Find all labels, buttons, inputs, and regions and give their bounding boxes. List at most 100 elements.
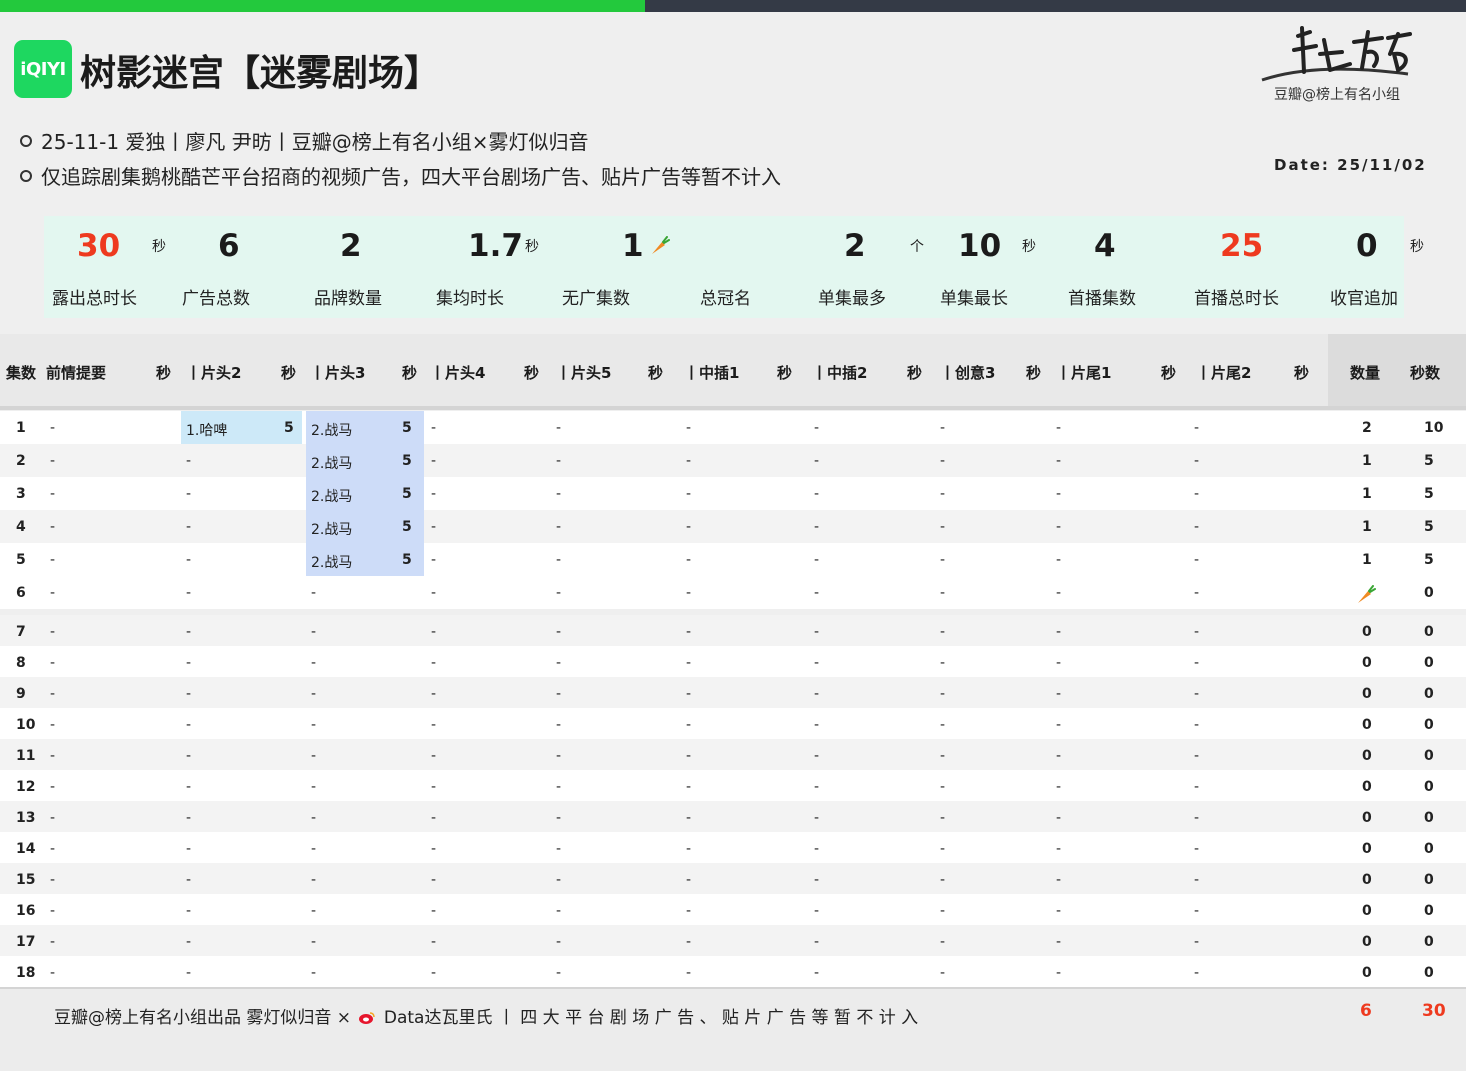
- empty-slot: -: [556, 872, 562, 888]
- intro3-ad: 2.战马: [311, 423, 353, 439]
- empty-slot: -: [940, 519, 946, 535]
- empty-slot: -: [556, 965, 562, 981]
- table-row: 10- - - - - - - - - -0 0: [0, 708, 1466, 741]
- ad-seconds: 0: [1424, 748, 1434, 764]
- ad-count: 0: [1362, 717, 1372, 733]
- intro3-ad: -: [311, 686, 317, 702]
- footer-credit: 豆瓣@榜上有名小组出品 雾灯似归音 × Data达瓦里氏 丨 四 大 平 台 剧…: [54, 1008, 919, 1028]
- empty-slot: -: [940, 748, 946, 764]
- empty-slot: -: [686, 965, 692, 981]
- empty-slot: -: [556, 585, 562, 601]
- empty-slot: -: [50, 655, 56, 671]
- stat-value: 25: [1220, 228, 1264, 264]
- empty-slot: -: [940, 717, 946, 733]
- episode-number: 1: [16, 420, 26, 436]
- empty-slot: -: [1194, 903, 1200, 919]
- empty-slot: -: [1194, 872, 1200, 888]
- header-mid2: 丨中插2: [812, 364, 868, 382]
- table-row: 2 - - - - - - - - 2.战马 5 - 1 5: [0, 444, 1466, 477]
- empty-slot: -: [686, 903, 692, 919]
- intro2-ad: -: [186, 655, 192, 671]
- empty-slot: -: [686, 585, 692, 601]
- empty-slot: -: [431, 748, 437, 764]
- table-row: 14- - - - - - - - - -0 0: [0, 832, 1466, 865]
- intro3-ad: -: [311, 841, 317, 857]
- info-line-2: 仅追踪剧集鹅桃酷芒平台招商的视频广告，四大平台剧场广告、贴片广告等暂不计入: [20, 161, 781, 190]
- empty-slot: -: [50, 934, 56, 950]
- stat-label: 单集最多: [818, 289, 886, 309]
- ad-seconds: 5: [1424, 453, 1434, 469]
- empty-slot: -: [431, 585, 437, 601]
- empty-slot: -: [940, 453, 946, 469]
- empty-slot: -: [50, 841, 56, 857]
- empty-slot: -: [686, 717, 692, 733]
- empty-slot: -: [1056, 779, 1062, 795]
- empty-slot: -: [556, 686, 562, 702]
- header-divider: [0, 406, 1466, 410]
- table-row: 15- - - - - - - - - -0 0: [0, 863, 1466, 896]
- empty-slot: -: [940, 686, 946, 702]
- intro2-ad: -: [186, 779, 192, 795]
- ad-count: 1: [1362, 486, 1372, 502]
- ad-count: 1: [1362, 519, 1372, 535]
- empty-slot: -: [1194, 934, 1200, 950]
- episode-number: 17: [16, 934, 36, 950]
- empty-slot: -: [1194, 519, 1200, 535]
- table-row: 1 - - - - - - - 1.哈啤 5 2.战马 5 - 2 10: [0, 411, 1466, 444]
- ad-seconds: 0: [1424, 624, 1434, 640]
- empty-slot: -: [814, 519, 820, 535]
- ad-count: 1: [1362, 552, 1372, 568]
- episode-number: 8: [16, 655, 26, 671]
- header-sec: 秒: [1026, 364, 1042, 382]
- info-line-1: 25-11-1 爱独丨廖凡 尹昉丨豆瓣@榜上有名小组×雾灯似归音: [20, 126, 589, 155]
- episode-number: 2: [16, 453, 26, 469]
- empty-slot: -: [50, 486, 56, 502]
- stat-unit: 秒: [1022, 239, 1036, 255]
- header-intro5: 丨片头5: [556, 364, 612, 382]
- empty-slot: -: [556, 552, 562, 568]
- empty-slot: -: [940, 872, 946, 888]
- empty-slot: -: [686, 872, 692, 888]
- empty-slot: -: [1194, 453, 1200, 469]
- empty-slot: -: [1056, 486, 1062, 502]
- ad-seconds: 0: [1424, 810, 1434, 826]
- empty-slot: -: [940, 965, 946, 981]
- empty-slot: -: [1194, 841, 1200, 857]
- ad-count: 0: [1362, 686, 1372, 702]
- stat-value: 30: [77, 228, 121, 264]
- page-title: 树影迷宫【迷雾剧场】: [80, 53, 441, 94]
- empty-slot: -: [940, 552, 946, 568]
- empty-slot: -: [431, 872, 437, 888]
- bullet-icon: [20, 134, 32, 147]
- empty-slot: -: [686, 779, 692, 795]
- table-row: 8 - - - - - - - - - - 0 0: [0, 646, 1466, 679]
- summary-header-bg: [1328, 334, 1466, 408]
- intro3-ad: -: [311, 717, 317, 733]
- brand-subtitle: 豆瓣@榜上有名小组: [1274, 87, 1400, 103]
- intro2-ad: -: [186, 686, 192, 702]
- empty-slot: -: [940, 486, 946, 502]
- empty-slot: -: [1056, 453, 1062, 469]
- header-episode: 集数: [6, 364, 37, 382]
- empty-slot: -: [1194, 552, 1200, 568]
- episode-number: 5: [16, 552, 26, 568]
- header-outro1: 丨片尾1: [1056, 364, 1112, 382]
- empty-slot: -: [814, 420, 820, 436]
- intro2-ad: -: [186, 872, 192, 888]
- empty-slot: -: [1056, 965, 1062, 981]
- empty-slot: -: [814, 872, 820, 888]
- empty-slot: -: [50, 686, 56, 702]
- intro3-seconds: 5: [402, 519, 412, 535]
- intro2-ad: -: [186, 453, 192, 469]
- empty-slot: -: [686, 420, 692, 436]
- empty-slot: -: [556, 841, 562, 857]
- table-row: 17- - - - - - - - - -0 0: [0, 925, 1466, 958]
- empty-slot: -: [814, 552, 820, 568]
- empty-slot: -: [556, 748, 562, 764]
- empty-slot: -: [431, 453, 437, 469]
- empty-slot: -: [940, 624, 946, 640]
- empty-slot: -: [431, 519, 437, 535]
- empty-slot: -: [50, 552, 56, 568]
- stat-label: 收官追加: [1330, 289, 1398, 309]
- empty-slot: -: [814, 841, 820, 857]
